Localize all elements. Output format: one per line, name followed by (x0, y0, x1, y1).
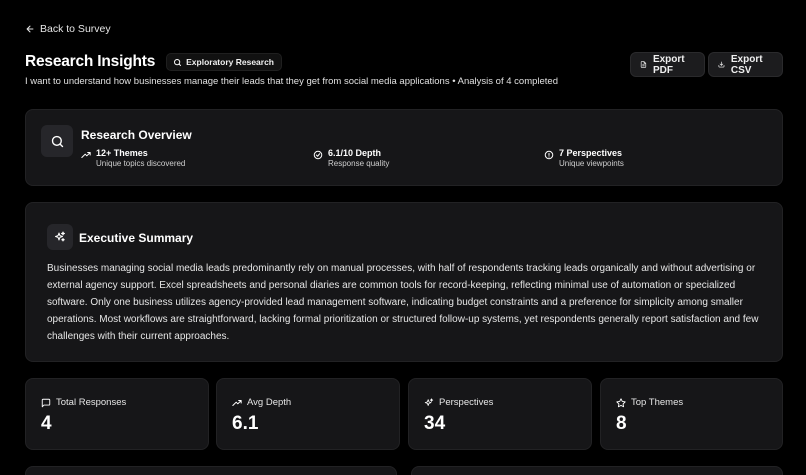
research-insights-page: Back to Survey Research Insights Explora… (0, 0, 806, 475)
star-icon (616, 397, 626, 407)
metric-perspectives: 7 Perspectives Unique viewpoints (544, 148, 624, 168)
overview-title: Research Overview (81, 128, 192, 142)
lower-card-left (25, 466, 397, 475)
metric-value: 7 Perspectives (559, 148, 623, 158)
summary-title: Executive Summary (79, 231, 194, 245)
summary-icon-box (47, 224, 73, 250)
overview-icon-box (41, 125, 73, 157)
stat-label: Perspectives (439, 397, 494, 408)
sparkles-icon (424, 397, 434, 406)
back-link-label: Back to Survey (40, 23, 111, 35)
export-pdf-button[interactable]: Export PDF (630, 52, 705, 77)
metric-desc: Unique viewpoints (559, 159, 624, 168)
trending-up-icon (232, 399, 242, 406)
search-icon (51, 135, 63, 147)
page-title: Research Insights (25, 53, 156, 70)
executive-summary-card: Executive Summary Businesses managing so… (25, 202, 783, 362)
research-type-badge: Exploratory Research (166, 53, 282, 71)
download-icon (718, 61, 725, 68)
summary-body: Businesses managing social media leads p… (47, 263, 759, 342)
badge-label: Exploratory Research (186, 57, 274, 67)
stat-label: Top Themes (631, 397, 684, 408)
stat-label: Avg Depth (247, 397, 292, 408)
stat-card-top-themes: Top Themes 8 (600, 378, 783, 450)
stat-value: 8 (616, 413, 627, 434)
lower-card-right (411, 466, 783, 475)
info-circle-icon (544, 150, 554, 160)
sparkles-icon (55, 231, 65, 242)
page-subtitle: I want to understand how businesses mana… (25, 76, 558, 87)
metric-desc: Response quality (328, 159, 390, 168)
stat-card-avg-depth: Avg Depth 6.1 (216, 378, 400, 450)
stat-card-perspectives: Perspectives 34 (408, 378, 592, 450)
stat-label-row: Top Themes (616, 397, 683, 408)
stat-label-row: Perspectives (424, 397, 493, 408)
metric-depth: 6.1/10 Depth Response quality (313, 148, 389, 168)
file-icon (640, 61, 647, 68)
title-row: Research Insights Exploratory Research (25, 53, 282, 71)
check-circle-icon (313, 150, 323, 160)
stat-label: Total Responses (56, 397, 127, 408)
research-overview-card: Research Overview 12+ Themes Unique topi… (25, 109, 783, 186)
search-icon (174, 58, 182, 66)
export-csv-label: Export CSV (730, 53, 763, 76)
back-to-survey-link[interactable]: Back to Survey (25, 23, 111, 35)
export-csv-button[interactable]: Export CSV (708, 52, 783, 77)
metric-value: 12+ Themes (96, 148, 148, 158)
message-square-icon (41, 398, 51, 407)
metric-value: 6.1/10 Depth (328, 148, 382, 158)
trending-up-icon (81, 152, 91, 158)
metric-themes: 12+ Themes Unique topics discovered (81, 148, 185, 168)
stat-value: 34 (424, 413, 446, 434)
stat-value: 6.1 (232, 413, 259, 434)
stat-value: 4 (41, 413, 52, 434)
export-pdf-label: Export PDF (652, 53, 685, 76)
metric-desc: Unique topics discovered (96, 159, 186, 168)
stat-label-row: Avg Depth (232, 397, 291, 408)
arrow-left-icon (26, 25, 34, 33)
stat-card-total-responses: Total Responses 4 (25, 378, 209, 450)
stat-label-row: Total Responses (41, 397, 126, 408)
